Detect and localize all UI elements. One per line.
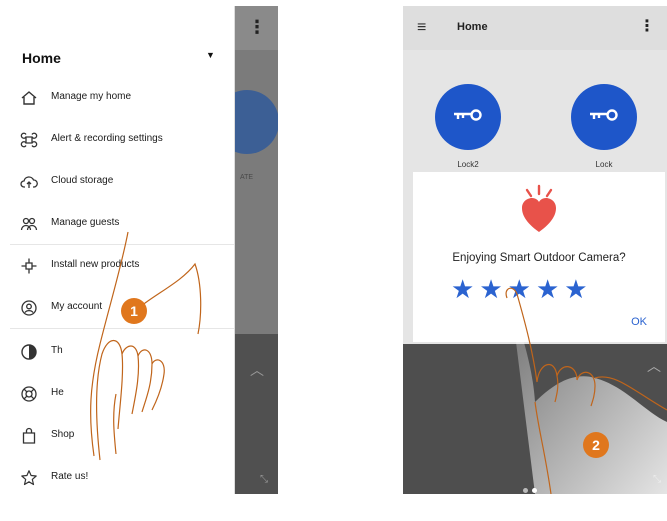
theme-icon	[21, 344, 37, 360]
expand-icon[interactable]: ⤡	[260, 474, 268, 485]
guests-icon	[20, 217, 38, 231]
menu-item-alert-settings[interactable]: Alert & recording settings	[10, 120, 234, 160]
key-icon	[590, 109, 618, 121]
dialog-message: Enjoying Smart Outdoor Camera?	[452, 252, 626, 264]
lock2-button[interactable]	[435, 84, 501, 150]
account-icon	[21, 300, 37, 316]
lock-button[interactable]	[571, 84, 637, 150]
star-1-icon[interactable]: ★	[451, 276, 474, 302]
menu-item-label: Th	[51, 345, 63, 356]
lock-label: Lock2	[457, 160, 479, 169]
menu-item-label: Manage my home	[51, 91, 132, 102]
help-icon	[21, 386, 37, 402]
lock-label: Lock	[595, 160, 613, 169]
step-badge: 1	[121, 298, 147, 324]
app-header: ≡ Home ⋮	[403, 6, 667, 50]
left-phone-screen: ⋮ ATE ︿ ⤡ Home ▼ Manage my home Alert & …	[10, 6, 278, 494]
right-phone-screen: ≡ Home ⋮ Lock2 Lock ︿ ⤡ Enjoying Smart O…	[403, 6, 667, 494]
chevron-up-icon[interactable]: ︿	[250, 360, 264, 380]
plug-icon	[21, 258, 37, 274]
menu-item-label: Alert & recording settings	[51, 133, 163, 144]
shop-bag-icon	[22, 427, 36, 444]
heart-icon	[522, 184, 556, 232]
menu-item-label: He	[51, 387, 64, 398]
command-icon	[20, 132, 38, 148]
more-options-icon[interactable]: ⋮	[248, 18, 266, 36]
house-icon	[21, 91, 37, 105]
menu-item-label: Rate us!	[51, 471, 89, 482]
page-title: Home	[457, 21, 488, 33]
star-outline-icon	[21, 470, 37, 486]
menu-item-manage-home[interactable]: Manage my home	[10, 78, 234, 118]
pointing-hand-illustration	[90, 231, 202, 461]
pointing-hand-illustration	[505, 287, 667, 494]
step-badge: 2	[583, 432, 609, 458]
menu-item-label: Cloud storage	[51, 175, 114, 186]
menu-item-cloud-storage[interactable]: Cloud storage	[10, 162, 234, 202]
cloud-upload-icon	[20, 176, 38, 188]
more-options-icon[interactable]: ⋮	[639, 19, 655, 35]
home-selector[interactable]: Home	[22, 50, 61, 66]
background-label: ATE	[240, 174, 254, 181]
hamburger-menu-icon[interactable]: ≡	[417, 20, 426, 36]
key-icon	[454, 109, 482, 121]
caret-down-icon[interactable]: ▼	[206, 50, 215, 60]
